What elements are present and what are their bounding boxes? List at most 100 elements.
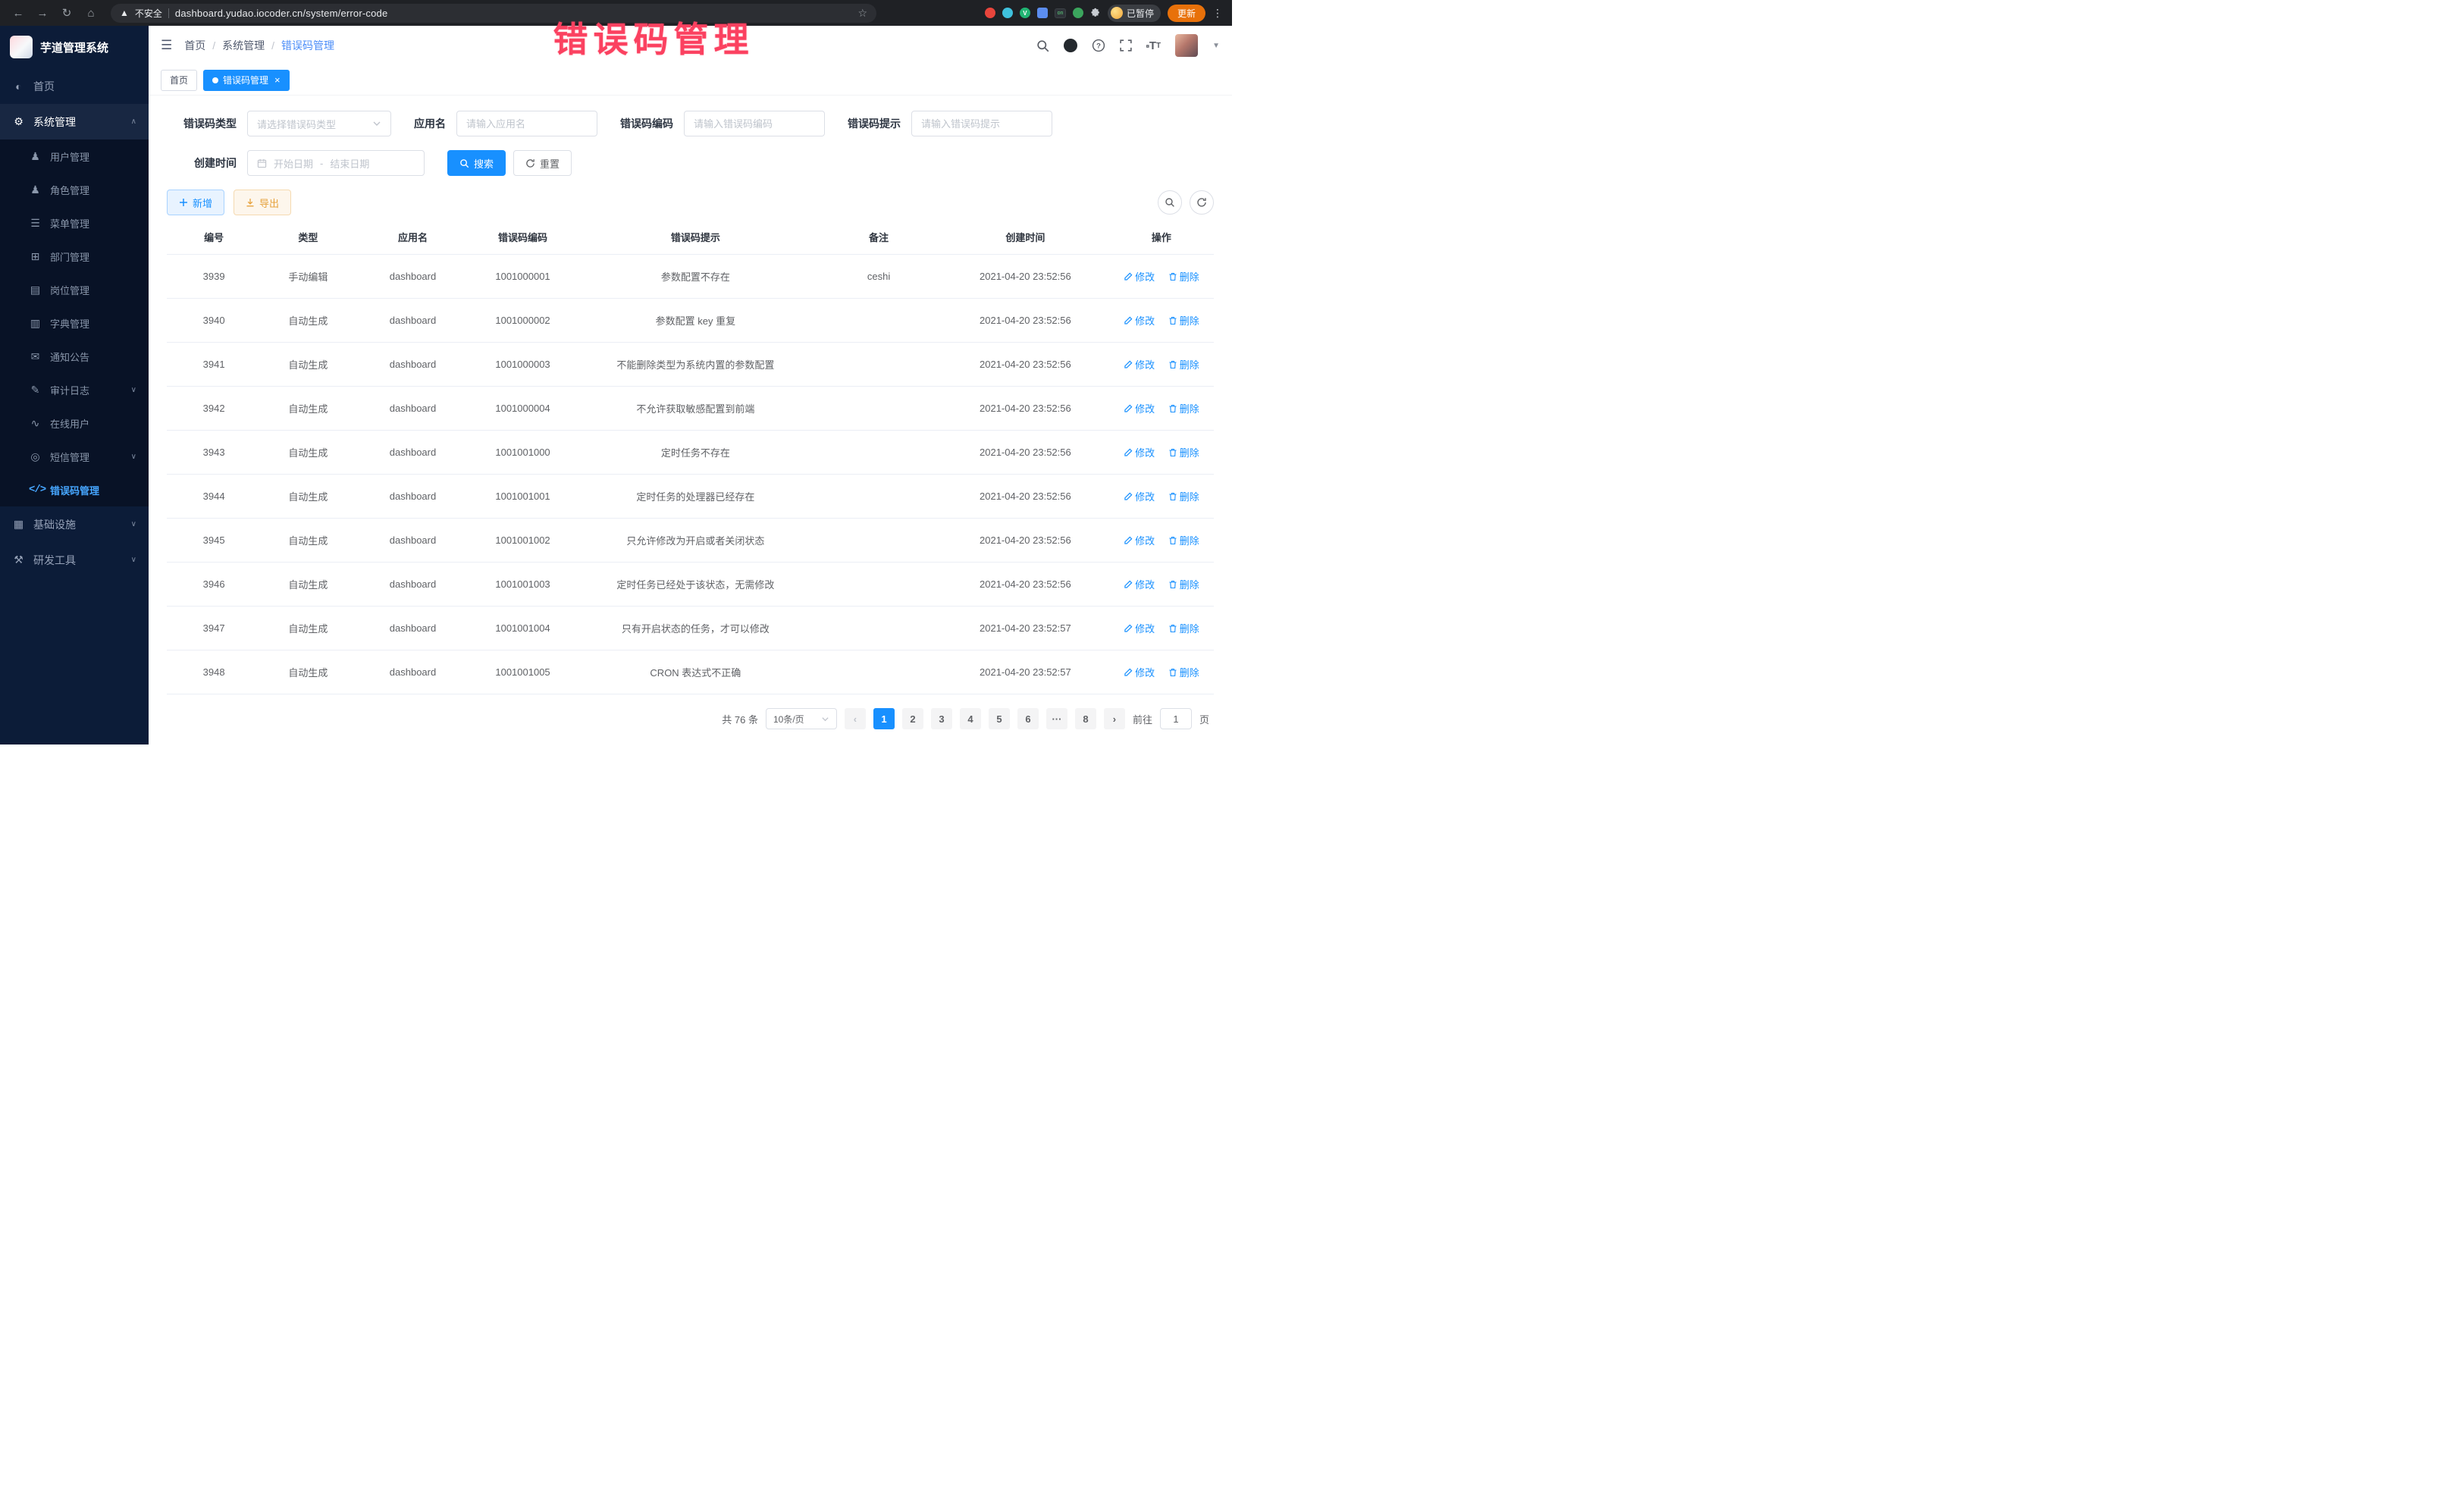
sidebar-item-notice[interactable]: ✉ 通知公告 xyxy=(0,340,149,373)
reload-icon[interactable]: ↻ xyxy=(58,4,76,22)
sidebar-item-devtools[interactable]: ⚒ 研发工具 ∨ xyxy=(0,542,149,578)
table-row[interactable]: 3943 自动生成 dashboard 1001001000 定时任务不存在 2… xyxy=(167,431,1214,475)
table-row[interactable]: 3940 自动生成 dashboard 1001000002 参数配置 key … xyxy=(167,299,1214,343)
delete-link[interactable]: 删除 xyxy=(1168,357,1199,371)
page-button[interactable]: 3 xyxy=(931,708,952,729)
table-row[interactable]: 3939 手动编辑 dashboard 1001000001 参数配置不存在 c… xyxy=(167,255,1214,299)
table-row[interactable]: 3941 自动生成 dashboard 1001000003 不能删除类型为系统… xyxy=(167,343,1214,387)
browser-update-button[interactable]: 更新 xyxy=(1168,5,1205,22)
table-row[interactable]: 3945 自动生成 dashboard 1001001002 只允许修改为开启或… xyxy=(167,519,1214,563)
home-icon[interactable]: ⌂ xyxy=(82,4,100,22)
prev-page-button[interactable]: ‹ xyxy=(845,708,866,729)
sidebar-item-online-users[interactable]: ∿ 在线用户 xyxy=(0,406,149,440)
table-row[interactable]: 3948 自动生成 dashboard 1001001005 CRON 表达式不… xyxy=(167,650,1214,694)
extension-icon[interactable]: on xyxy=(1055,8,1066,18)
table-row[interactable]: 3944 自动生成 dashboard 1001001001 定时任务的处理器已… xyxy=(167,475,1214,519)
error-code-input[interactable] xyxy=(684,111,825,136)
font-size-icon[interactable]: ⬞TT xyxy=(1146,39,1161,52)
delete-link[interactable]: 删除 xyxy=(1168,621,1199,635)
delete-link[interactable]: 删除 xyxy=(1168,533,1199,547)
edit-link[interactable]: 修改 xyxy=(1124,401,1155,415)
edit-link[interactable]: 修改 xyxy=(1124,313,1155,328)
breadcrumb-item[interactable]: 系统管理 xyxy=(222,38,265,53)
github-icon[interactable] xyxy=(1064,39,1077,52)
back-icon[interactable]: ← xyxy=(9,4,27,22)
puzzle-icon[interactable] xyxy=(1090,8,1101,18)
sidebar-item-audit-log[interactable]: ✎ 审计日志 ∨ xyxy=(0,373,149,406)
url-text[interactable]: dashboard.yudao.iocoder.cn/system/error-… xyxy=(175,8,388,19)
extension-icon[interactable] xyxy=(985,8,995,18)
edit-link[interactable]: 修改 xyxy=(1124,269,1155,284)
help-icon[interactable]: ? xyxy=(1092,39,1105,52)
goto-page-input[interactable] xyxy=(1160,708,1192,729)
search-icon[interactable] xyxy=(1036,39,1049,52)
sidebar-item-post-management[interactable]: ▤ 岗位管理 xyxy=(0,273,149,306)
more-pages-button[interactable]: ··· xyxy=(1046,708,1067,729)
add-button[interactable]: 新增 xyxy=(167,190,224,215)
address-bar[interactable]: ▲ 不安全 dashboard.yudao.iocoder.cn/system/… xyxy=(111,4,876,23)
sidebar-item-role-management[interactable]: ♟ 角色管理 xyxy=(0,173,149,206)
delete-link[interactable]: 删除 xyxy=(1168,269,1199,284)
toggle-search-button[interactable] xyxy=(1158,190,1182,215)
security-label[interactable]: 不安全 xyxy=(135,7,162,20)
extension-icon[interactable] xyxy=(1002,8,1013,18)
delete-link[interactable]: 删除 xyxy=(1168,401,1199,415)
sidebar-item-system-management[interactable]: ⚙ 系统管理 ∧ xyxy=(0,104,149,139)
error-hint-input[interactable] xyxy=(911,111,1052,136)
edit-link[interactable]: 修改 xyxy=(1124,489,1155,503)
logo-row[interactable]: 芋道管理系统 xyxy=(0,26,149,68)
edit-link[interactable]: 修改 xyxy=(1124,533,1155,547)
page-button[interactable]: 2 xyxy=(902,708,923,729)
sidebar-item-infrastructure[interactable]: ▦ 基础设施 ∨ xyxy=(0,506,149,542)
sidebar-item-sms-management[interactable]: ◎ 短信管理 ∨ xyxy=(0,440,149,473)
search-button[interactable]: 搜索 xyxy=(447,150,506,176)
breadcrumb-item[interactable]: 首页 xyxy=(184,38,205,53)
tab-home[interactable]: 首页 xyxy=(161,70,197,91)
avatar[interactable] xyxy=(1175,34,1198,57)
date-range-picker[interactable]: 开始日期 - 结束日期 xyxy=(247,150,425,176)
collapse-sidebar-icon[interactable]: ☰ xyxy=(161,38,172,53)
forward-icon[interactable]: → xyxy=(33,4,52,22)
delete-link[interactable]: 删除 xyxy=(1168,445,1199,459)
sidebar-item-user-management[interactable]: ♟ 用户管理 xyxy=(0,139,149,173)
export-button[interactable]: 导出 xyxy=(234,190,291,215)
table-row[interactable]: 3947 自动生成 dashboard 1001001004 只有开启状态的任务… xyxy=(167,607,1214,650)
delete-link[interactable]: 删除 xyxy=(1168,577,1199,591)
delete-link[interactable]: 删除 xyxy=(1168,489,1199,503)
delete-link[interactable]: 删除 xyxy=(1168,665,1199,679)
sidebar-item-menu-management[interactable]: ☰ 菜单管理 xyxy=(0,206,149,240)
close-icon[interactable]: × xyxy=(274,74,281,86)
chevron-down-icon[interactable]: ▼ xyxy=(1212,42,1220,50)
page-button[interactable]: 8 xyxy=(1075,708,1096,729)
edit-link[interactable]: 修改 xyxy=(1124,665,1155,679)
next-page-button[interactable]: › xyxy=(1104,708,1125,729)
fullscreen-icon[interactable] xyxy=(1120,39,1132,52)
error-type-select[interactable]: 请选择错误码类型 xyxy=(247,111,391,136)
extension-icon[interactable] xyxy=(1073,8,1083,18)
page-button[interactable]: 4 xyxy=(960,708,981,729)
tab-error-code-management[interactable]: 错误码管理 × xyxy=(203,70,290,91)
app-name-input[interactable] xyxy=(456,111,597,136)
sidebar-item-error-code-management[interactable]: </> 错误码管理 xyxy=(0,473,149,506)
extension-icon[interactable]: V xyxy=(1020,8,1030,18)
paused-badge[interactable]: 已暂停 xyxy=(1108,5,1161,22)
sidebar-item-dept-management[interactable]: ⊞ 部门管理 xyxy=(0,240,149,273)
refresh-button[interactable] xyxy=(1190,190,1214,215)
sidebar-item-dict-management[interactable]: ▥ 字典管理 xyxy=(0,306,149,340)
bookmark-star-icon[interactable]: ☆ xyxy=(857,7,867,20)
edit-link[interactable]: 修改 xyxy=(1124,621,1155,635)
edit-link[interactable]: 修改 xyxy=(1124,357,1155,371)
sidebar-item-home[interactable]: ◐ 首页 xyxy=(0,68,149,104)
table-row[interactable]: 3942 自动生成 dashboard 1001000004 不允许获取敏感配置… xyxy=(167,387,1214,431)
edit-link[interactable]: 修改 xyxy=(1124,445,1155,459)
page-button[interactable]: 5 xyxy=(989,708,1010,729)
browser-menu-icon[interactable]: ⋮ xyxy=(1212,7,1223,20)
extension-icon[interactable] xyxy=(1037,8,1048,18)
table-row[interactable]: 3946 自动生成 dashboard 1001001003 定时任务已经处于该… xyxy=(167,563,1214,607)
edit-link[interactable]: 修改 xyxy=(1124,577,1155,591)
delete-link[interactable]: 删除 xyxy=(1168,313,1199,328)
reset-button[interactable]: 重置 xyxy=(513,150,572,176)
page-size-select[interactable]: 10条/页 xyxy=(766,708,837,729)
page-button[interactable]: 1 xyxy=(873,708,895,729)
page-button[interactable]: 6 xyxy=(1017,708,1039,729)
